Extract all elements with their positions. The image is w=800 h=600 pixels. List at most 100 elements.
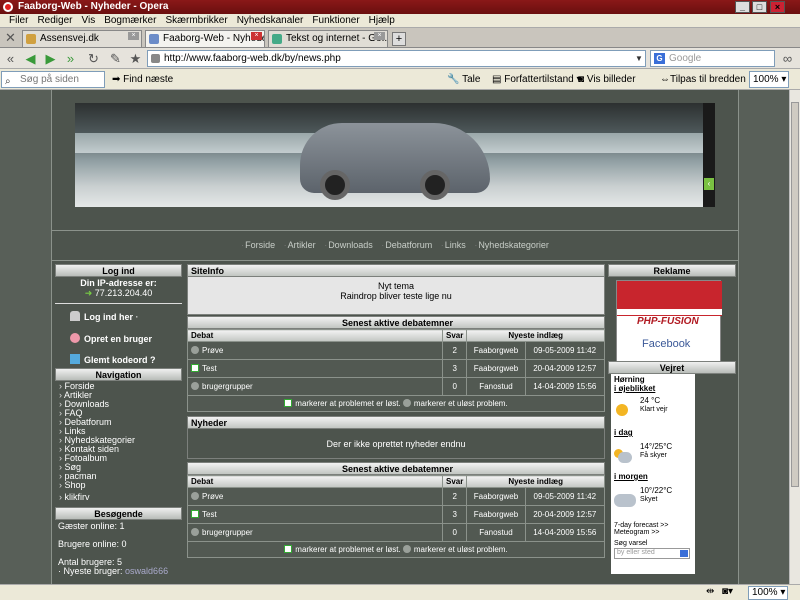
status-zoom-select[interactable]: 100% ▾ — [748, 586, 788, 600]
weather-today-desc: Få skyer — [640, 452, 667, 459]
debate-user[interactable]: Fanostud — [466, 523, 526, 542]
close-window-button[interactable]: × — [770, 1, 785, 13]
new-tab-button[interactable]: + — [392, 32, 406, 46]
search-field[interactable]: G Google — [650, 50, 775, 67]
col-debat: Debat — [187, 475, 443, 488]
debate-topic-cell[interactable]: Prøve — [187, 487, 443, 506]
users-online: Brugere online: 0 — [58, 539, 127, 549]
debate-user[interactable]: Fanostud — [466, 377, 526, 396]
edit-icon[interactable]: ✎ — [108, 51, 123, 66]
menu-bookmarks[interactable]: Bogmærker — [102, 14, 163, 27]
vertical-scrollbar[interactable] — [789, 90, 800, 584]
divider — [55, 303, 182, 304]
close-tab-icon[interactable]: × — [251, 32, 262, 40]
debate-topic[interactable]: Prøve — [202, 492, 223, 501]
scrollbar-thumb[interactable] — [791, 102, 799, 487]
author-mode-button[interactable]: ▤ Forfattertilstand ▾ — [492, 73, 582, 87]
debate-user[interactable]: Faaborgweb — [466, 341, 526, 360]
nav-link-downloads[interactable]: Downloads — [321, 240, 376, 250]
close-tab-icon[interactable]: × — [128, 32, 139, 40]
debate-user[interactable]: Faaborgweb — [466, 487, 526, 506]
right-column: Reklame PHP-FUSION Facebook Vejret Hørni… — [608, 264, 736, 584]
weather-today-label[interactable]: i dag — [614, 428, 692, 437]
weather-now-label[interactable]: i øjeblikket — [614, 384, 692, 393]
debate-topic[interactable]: Prøve — [202, 346, 223, 355]
weather-now-desc: Klart vejr — [640, 406, 668, 413]
back-icon[interactable]: ◀ — [23, 51, 38, 66]
menu-help[interactable]: Hjælp — [367, 14, 402, 27]
nav-link-forside[interactable]: Forside — [238, 240, 278, 250]
weather-tomorrow-label[interactable]: i morgen — [614, 472, 692, 481]
find-next-button[interactable]: ➡ Find næste — [112, 73, 173, 87]
menu-edit[interactable]: Rediger — [35, 14, 79, 27]
site-page: ‹ Forside Artikler Downloads Debatforum … — [51, 90, 739, 584]
reload-icon[interactable]: ↻ — [86, 51, 101, 66]
debate-topic[interactable]: Test — [202, 364, 217, 373]
forward-icon[interactable]: ▶ — [43, 51, 58, 66]
solved-icon — [284, 399, 293, 407]
weather-search-button[interactable] — [680, 550, 688, 557]
debate-user[interactable]: Faaborgweb — [466, 359, 526, 378]
zoom-select[interactable]: 100% ▾ — [749, 71, 789, 88]
tab-assensvej[interactable]: Assensvej.dk × — [22, 30, 142, 47]
login-here-link[interactable]: Log ind her · — [70, 311, 139, 322]
debate-date: 09-05-2009 11:42 — [524, 341, 606, 360]
rewind-icon[interactable]: « — [3, 51, 18, 66]
debate-topic[interactable]: brugergrupper — [202, 382, 253, 391]
forgot-password-link[interactable]: Glemt kodeord ? — [70, 354, 156, 365]
banner-next-icon[interactable]: ‹ — [704, 178, 714, 190]
minimize-button[interactable]: _ — [735, 1, 750, 13]
fast-forward-icon[interactable]: » — [63, 51, 78, 66]
legend-solved: markerer at problemet er løst. — [295, 545, 401, 554]
opera-link-icon[interactable]: ∞ — [780, 51, 795, 66]
debate-user[interactable]: Faaborgweb — [466, 505, 526, 524]
menu-tools[interactable]: Funktioner — [310, 14, 366, 27]
menu-feeds[interactable]: Nyhedskanaler — [235, 14, 311, 27]
chevron-down-icon[interactable]: ▼ — [633, 51, 645, 66]
nav-link-artikler[interactable]: Artikler — [281, 240, 319, 250]
panel-icon[interactable]: ⇹ — [706, 586, 714, 597]
debate-date: 20-04-2009 12:57 — [524, 359, 606, 378]
nav-link-links[interactable]: Links — [438, 240, 469, 250]
nav-link-nyhedskategorier[interactable]: Nyhedskategorier — [471, 240, 552, 250]
thread-icon — [191, 346, 199, 354]
bookmark-star-icon[interactable]: ★ — [128, 51, 143, 66]
author-mode-icon: ▤ — [492, 74, 502, 85]
debate-topic[interactable]: brugergrupper — [202, 528, 253, 537]
debate-topic[interactable]: Test — [202, 510, 217, 519]
debate-date: 09-05-2009 11:42 — [524, 487, 606, 506]
meteogram-link[interactable]: Meteogram >> — [614, 529, 692, 536]
show-images-button[interactable]: ◙ Vis billeder — [578, 73, 636, 87]
arrow-icon: ➜ — [84, 288, 93, 298]
news-empty: Der er ikke oprettet nyheder endnu — [187, 429, 605, 459]
speak-button[interactable]: 🔧 Tale — [447, 73, 480, 87]
weather-search-input[interactable]: by eller sted — [614, 548, 690, 559]
maximize-button[interactable]: □ — [752, 1, 767, 13]
close-tab-icon[interactable]: × — [374, 32, 385, 40]
nav-link-debatforum[interactable]: Debatforum — [378, 240, 435, 250]
nav-item[interactable]: Shop — [55, 481, 182, 490]
weather-city: Hørning — [614, 375, 645, 384]
find-input[interactable]: ⌕ Søg på siden — [1, 71, 105, 88]
menu-view[interactable]: Vis — [79, 14, 102, 27]
debate-topic-cell[interactable]: Test — [187, 505, 443, 524]
nav-item[interactable]: klikfirv — [55, 493, 182, 502]
camera-icon[interactable]: ◙▾ — [722, 586, 733, 597]
debate-topic-cell[interactable]: Prøve — [187, 341, 443, 360]
tools-icon[interactable]: ✕ — [3, 30, 18, 45]
debate-topic-cell[interactable]: brugergrupper — [187, 377, 443, 396]
tab-faaborg-news[interactable]: Faaborg-Web - Nyheder × — [145, 30, 265, 47]
navigation-bar: « ◀ ▶ » ↻ ✎ ★ http://www.faaborg-web.dk/… — [0, 48, 800, 69]
create-user-link[interactable]: Opret en bruger — [70, 333, 152, 344]
forecast-link[interactable]: 7-day forecast >> — [614, 522, 692, 529]
tab-tekst-internet[interactable]: Tekst og internet - Go... × — [268, 30, 388, 47]
navigation-title: Navigation — [55, 368, 182, 381]
newest-user-link[interactable]: oswald666 — [125, 566, 168, 576]
ad-banner[interactable]: PHP-FUSION Facebook — [616, 280, 722, 365]
debate-topic-cell[interactable]: Test — [187, 359, 443, 378]
debate-topic-cell[interactable]: brugergrupper — [187, 523, 443, 542]
menu-widgets[interactable]: Skærmbrikker — [163, 14, 234, 27]
address-field[interactable]: http://www.faaborg-web.dk/by/news.php ▼ — [147, 50, 646, 67]
fit-width-button[interactable]: ⇔Tilpas til bredden — [660, 73, 746, 87]
menu-file[interactable]: Filer — [7, 14, 35, 27]
